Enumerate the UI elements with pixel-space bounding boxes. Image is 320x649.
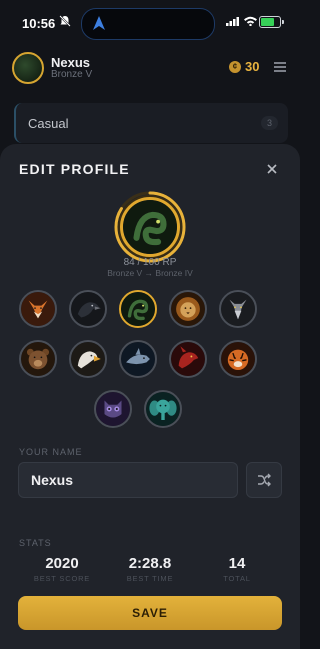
avatar-option-shark[interactable] xyxy=(119,340,157,378)
tiger-icon xyxy=(221,342,255,376)
name-input[interactable] xyxy=(18,462,238,498)
stat-total: 14 TOTAL xyxy=(192,555,282,583)
menu-icon[interactable] xyxy=(274,62,286,72)
elephant-icon xyxy=(146,392,180,426)
owl-icon xyxy=(96,392,130,426)
stat-best-time: 2:28.8 BEST TIME xyxy=(105,555,195,583)
fox-icon xyxy=(21,292,55,326)
mode-item-casual[interactable]: Casual 3 xyxy=(14,103,288,143)
eagle-icon xyxy=(71,342,105,376)
stat-value: 14 xyxy=(228,555,246,572)
edit-profile-sheet: EDIT PROFILE 84 / 100 RP Bronze V → Bron… xyxy=(0,144,300,649)
avatar-option-serpent[interactable] xyxy=(119,290,157,328)
player-avatar[interactable] xyxy=(12,52,44,84)
dynamic-island xyxy=(81,8,215,40)
rp-progress-text: 84 / 100 RP xyxy=(123,257,177,268)
status-time: 10:56 xyxy=(22,16,56,31)
avatar-option-lion[interactable] xyxy=(169,290,207,328)
wolf-icon xyxy=(221,292,255,326)
stat-value: 2:28.8 xyxy=(128,555,172,572)
player-name: Nexus xyxy=(51,55,91,70)
mode-item-count-badge: 3 xyxy=(260,116,278,130)
bell-muted-icon xyxy=(59,15,71,27)
app-header: Nexus Bronze V ¢ 30 xyxy=(0,48,300,92)
avatar-option-owl[interactable] xyxy=(94,390,132,428)
wifi-icon xyxy=(244,16,257,26)
status-bar: 10:56 xyxy=(0,0,300,48)
sheet-title: EDIT PROFILE xyxy=(19,161,130,177)
lion-icon xyxy=(171,292,205,326)
close-icon[interactable] xyxy=(262,159,282,179)
navigation-arrow-icon xyxy=(93,16,105,30)
coin-count: 30 xyxy=(245,59,260,74)
randomize-name-button[interactable] xyxy=(246,462,282,498)
cellular-signal-icon xyxy=(226,17,239,26)
player-rank: Bronze V xyxy=(51,69,93,80)
avatar-option-bear[interactable] xyxy=(19,340,57,378)
save-button[interactable]: SAVE xyxy=(18,596,282,630)
avatar-option-fox[interactable] xyxy=(19,290,57,328)
coin-icon: ¢ xyxy=(229,61,241,73)
stat-value: 2020 xyxy=(45,555,79,572)
dragon-icon xyxy=(171,342,205,376)
mode-item-label: Casual xyxy=(28,116,69,131)
stat-best-score: 2020 BEST SCORE xyxy=(17,555,107,583)
avatar-option-tiger[interactable] xyxy=(219,340,257,378)
shuffle-icon xyxy=(258,473,271,487)
stat-label: TOTAL xyxy=(223,574,251,583)
current-avatar xyxy=(120,197,180,257)
name-label: YOUR NAME xyxy=(19,447,83,457)
avatar-option-elephant[interactable] xyxy=(144,390,182,428)
rank-progress-text: Bronze V → Bronze IV xyxy=(107,268,193,278)
stats-label: STATS xyxy=(19,538,52,548)
battery-icon xyxy=(259,16,284,28)
stat-label: BEST TIME xyxy=(126,574,174,583)
avatar-option-eagle[interactable] xyxy=(69,340,107,378)
raven-icon xyxy=(71,292,105,326)
avatar-option-dragon[interactable] xyxy=(169,340,207,378)
avatar-option-raven[interactable] xyxy=(69,290,107,328)
serpent-icon xyxy=(121,292,155,326)
shark-icon xyxy=(121,342,155,376)
avatar-option-wolf[interactable] xyxy=(219,290,257,328)
bear-icon xyxy=(21,342,55,376)
stat-label: BEST SCORE xyxy=(33,574,91,583)
